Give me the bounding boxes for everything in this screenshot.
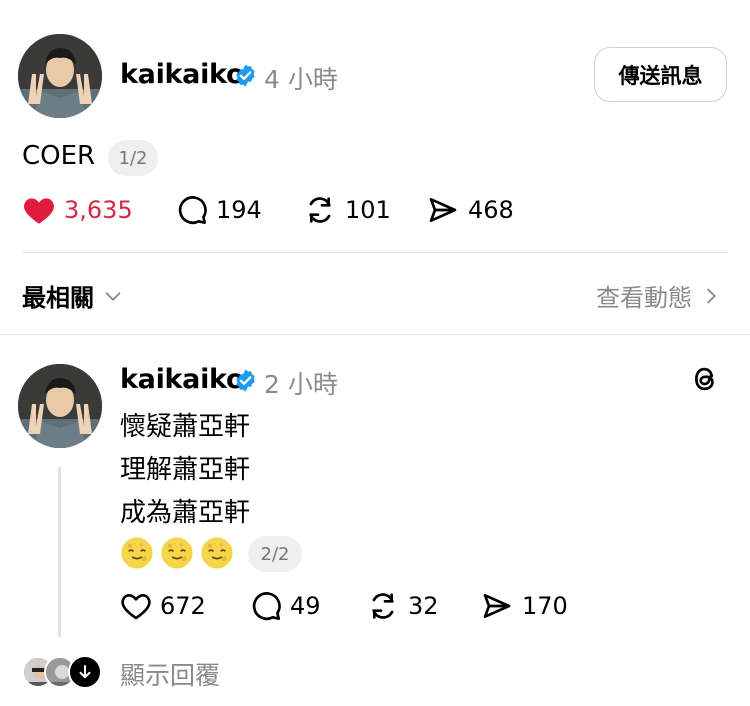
avatar[interactable] — [18, 364, 102, 448]
moon-face-icon — [121, 537, 153, 569]
divider — [0, 334, 750, 335]
comment-button[interactable]: 194 — [176, 190, 262, 230]
repost-icon — [309, 197, 331, 223]
share-button[interactable]: 468 — [426, 190, 514, 230]
send-message-button[interactable]: 傳送訊息 — [594, 47, 727, 102]
repost-count: 32 — [408, 592, 439, 620]
sort-filter-label: 最相關 — [22, 284, 94, 312]
post-username[interactable]: kaikaiko — [120, 364, 245, 395]
verified-badge-icon — [236, 64, 255, 87]
post-timestamp: 4 小時 — [264, 65, 338, 94]
repost-button[interactable]: 32 — [366, 586, 439, 626]
repost-count: 101 — [345, 196, 391, 224]
view-activity-label: 查看動態 — [596, 284, 692, 312]
chevron-down-icon — [105, 291, 121, 301]
heart-filled-icon — [24, 198, 54, 224]
show-replies-link[interactable]: 顯示回覆 — [120, 656, 220, 692]
arrow-down-icon — [79, 665, 91, 679]
share-count: 170 — [522, 592, 568, 620]
sort-filter-dropdown[interactable]: 最相關 — [22, 278, 124, 313]
emoji-row — [120, 536, 240, 570]
post-text-line: 成為蕭亞軒 — [120, 498, 251, 528]
comment-count: 49 — [290, 592, 321, 620]
expand-replies-button[interactable] — [68, 655, 102, 689]
verified-badge-icon — [236, 369, 255, 392]
page-indicator: 1/2 — [108, 140, 158, 176]
comment-count: 194 — [216, 196, 262, 224]
comment-button[interactable]: 49 — [250, 586, 321, 626]
send-icon — [483, 594, 511, 618]
repost-icon — [372, 593, 394, 619]
post-text-line: 懷疑蕭亞軒 — [120, 412, 251, 442]
chevron-right-icon — [707, 288, 716, 303]
like-count: 3,635 — [64, 196, 133, 224]
post-text-line: 理解蕭亞軒 — [120, 455, 251, 485]
reply-avatars[interactable] — [22, 652, 102, 692]
share-button[interactable]: 170 — [480, 586, 568, 626]
post-username[interactable]: kaikaiko — [120, 59, 245, 90]
comment-icon — [252, 592, 281, 621]
avatar[interactable] — [18, 34, 102, 118]
repost-button[interactable]: 101 — [303, 190, 391, 230]
moon-face-icon — [201, 537, 233, 569]
view-activity-link[interactable]: 查看動態 — [596, 278, 720, 313]
moon-face-icon — [161, 537, 193, 569]
thread-line — [58, 467, 61, 637]
like-button[interactable]: 3,635 — [22, 190, 133, 230]
like-button[interactable]: 672 — [120, 586, 206, 626]
comment-icon — [178, 196, 207, 225]
divider — [22, 252, 728, 253]
threads-logo-icon[interactable] — [690, 363, 720, 395]
send-icon — [429, 198, 457, 222]
share-count: 468 — [468, 196, 514, 224]
like-count: 672 — [160, 592, 206, 620]
heart-outline-icon — [121, 594, 151, 620]
post-timestamp: 2 小時 — [264, 370, 338, 399]
page-indicator: 2/2 — [248, 536, 302, 572]
post-text: COER — [22, 141, 96, 171]
